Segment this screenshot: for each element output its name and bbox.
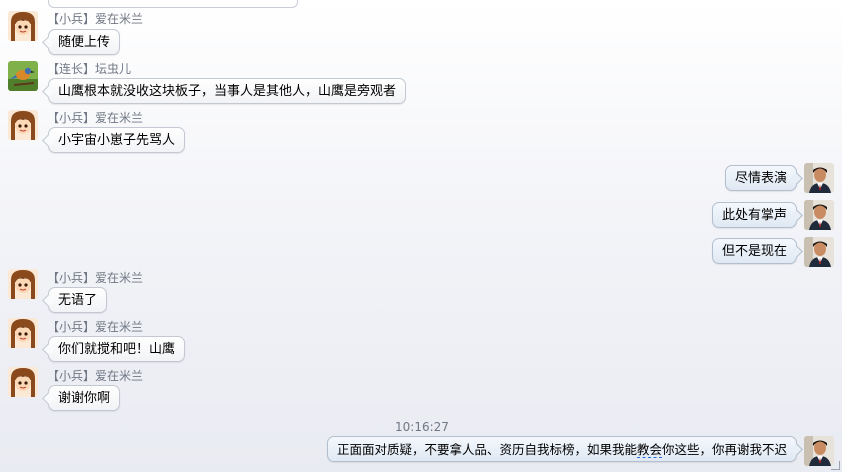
- sender-name: 坛虫儿: [95, 62, 132, 76]
- sender-name: 爱在米兰: [95, 320, 144, 334]
- sender-name: 爱在米兰: [95, 271, 144, 285]
- message-bubble[interactable]: 谢谢你啊: [48, 385, 121, 411]
- sender-rank: 【小兵】: [47, 320, 96, 334]
- sender-meta: 【小兵】爱在米兰: [47, 320, 143, 334]
- girl-avatar-icon[interactable]: [8, 110, 38, 140]
- sender-meta: 【小兵】爱在米兰: [47, 12, 143, 26]
- sender-rank: 【小兵】: [47, 111, 96, 125]
- message-bubble[interactable]: 山鹰根本就没收这块板子，当事人是其他人，山鹰是旁观者: [48, 78, 407, 104]
- message-bubble[interactable]: 此处有掌声: [711, 202, 797, 228]
- underlined-word[interactable]: 教会: [636, 442, 662, 458]
- man-avatar-icon[interactable]: [804, 200, 834, 230]
- sender-rank: 【小兵】: [47, 369, 96, 383]
- sender-meta: 【小兵】爱在米兰: [47, 369, 143, 383]
- sender-rank: 【小兵】: [47, 271, 96, 285]
- message-bubble[interactable]: 你们就搅和吧！山鹰: [48, 336, 186, 362]
- man-avatar-icon[interactable]: [804, 436, 834, 466]
- man-avatar-icon[interactable]: [804, 163, 834, 193]
- sender-rank: 【小兵】: [47, 12, 96, 26]
- message-bubble[interactable]: 小宇宙小崽子先骂人: [48, 127, 186, 153]
- girl-avatar-icon[interactable]: [8, 11, 38, 41]
- message-bubble[interactable]: 但不是现在: [711, 238, 797, 264]
- message-text: 正面面对质疑，不要拿人品、资历自我标榜，如果我能: [336, 442, 637, 457]
- man-avatar-icon[interactable]: [804, 237, 834, 267]
- previous-message-bubble: [48, 0, 298, 8]
- bird-avatar-icon[interactable]: [8, 61, 38, 91]
- sender-name: 爱在米兰: [95, 12, 144, 26]
- girl-avatar-icon[interactable]: [8, 269, 38, 299]
- message-bubble[interactable]: 无语了: [48, 287, 108, 313]
- resize-grip-icon[interactable]: [831, 461, 840, 470]
- message-bubble[interactable]: 正面面对质疑，不要拿人品、资历自我标榜，如果我能教会你这些，你再谢我不迟: [326, 436, 797, 462]
- sender-meta: 【小兵】爱在米兰: [47, 111, 143, 125]
- message-text: 你这些，你再谢我不迟: [661, 442, 787, 457]
- girl-avatar-icon[interactable]: [8, 318, 38, 348]
- sender-name: 爱在米兰: [95, 369, 144, 383]
- sender-name: 爱在米兰: [95, 111, 144, 125]
- message-timestamp: 10:16:27: [395, 420, 449, 434]
- sender-meta: 【小兵】爱在米兰: [47, 271, 143, 285]
- message-bubble[interactable]: 尽情表演: [724, 165, 797, 191]
- sender-rank: 【连长】: [47, 62, 96, 76]
- message-bubble[interactable]: 随便上传: [48, 29, 121, 55]
- girl-avatar-icon[interactable]: [8, 367, 38, 397]
- sender-meta: 【连长】坛虫儿: [47, 62, 131, 76]
